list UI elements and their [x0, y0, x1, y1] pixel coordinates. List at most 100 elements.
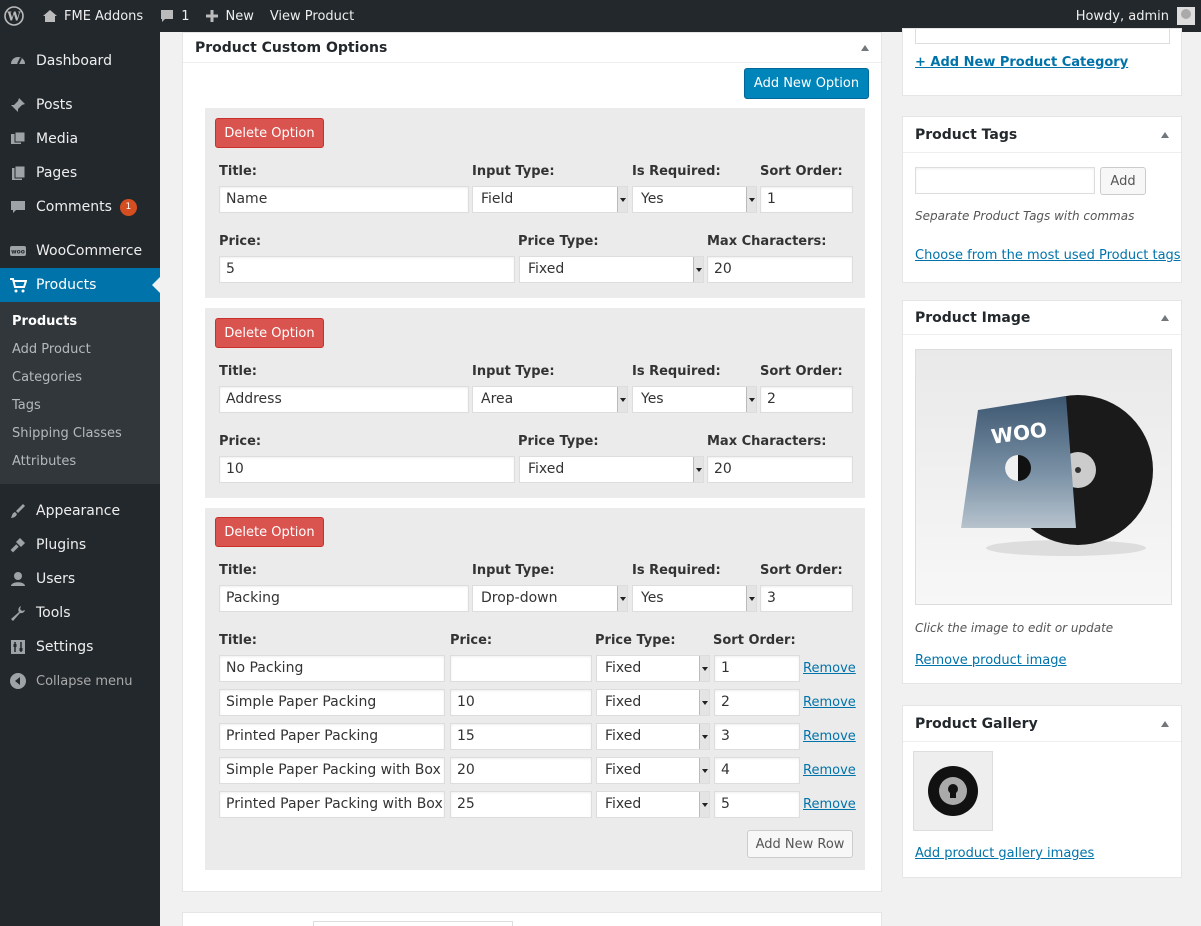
categories-list	[915, 29, 1170, 44]
view-product-link[interactable]: View Product	[262, 0, 362, 32]
comments-badge: 1	[119, 198, 137, 216]
row-sort-order-input[interactable]: 3	[714, 723, 800, 750]
image-box-title: Product Image	[915, 309, 1031, 326]
menu-dashboard[interactable]: Dashboard	[0, 44, 160, 78]
price-type-select[interactable]: Fixed	[519, 256, 704, 283]
remove-row-link[interactable]: Remove	[803, 695, 856, 710]
product-image[interactable]: WOO	[915, 349, 1172, 605]
submenu-tags[interactable]: Tags	[0, 392, 160, 420]
input-type-label: Input Type:	[472, 563, 555, 578]
row-price-input[interactable]: 25	[450, 791, 592, 818]
menu-tools[interactable]: Tools	[0, 596, 160, 630]
price-input[interactable]: 10	[219, 456, 515, 483]
menu-appearance[interactable]: Appearance	[0, 494, 160, 528]
submenu-shipping-classes[interactable]: Shipping Classes	[0, 420, 160, 448]
menu-plugins[interactable]: Plugins	[0, 528, 160, 562]
menu-label: WooCommerce	[36, 243, 143, 259]
add-category-link[interactable]: + Add New Product Category	[915, 55, 1128, 70]
collapse-menu-button[interactable]: Collapse menu	[0, 664, 160, 698]
menu-woocommerce[interactable]: woo WooCommerce	[0, 234, 160, 268]
is-required-value: Yes	[641, 191, 664, 207]
delete-option-button[interactable]: Delete Option	[215, 118, 324, 148]
row-price-input[interactable]: 10	[450, 689, 592, 716]
is-required-select[interactable]: Yes	[632, 386, 757, 413]
price-label: Price:	[219, 434, 262, 449]
add-gallery-images-link[interactable]: Add product gallery images	[915, 846, 1094, 861]
howdy-text: Howdy, admin	[1075, 8, 1169, 24]
input-type-select[interactable]: Area	[472, 386, 628, 413]
row-title-input[interactable]: Simple Paper Packing	[219, 689, 445, 716]
vinyl-record-icon	[928, 766, 978, 816]
settings-icon	[8, 637, 28, 657]
sort-order-input[interactable]: 1	[760, 186, 853, 213]
remove-image-link[interactable]: Remove product image	[915, 653, 1067, 668]
is-required-select[interactable]: Yes	[632, 585, 757, 612]
row-price-input[interactable]: 15	[450, 723, 592, 750]
row-sort-order-input[interactable]: 1	[714, 655, 800, 682]
menu-pages[interactable]: Pages	[0, 156, 160, 190]
add-tag-button[interactable]: Add	[1100, 167, 1146, 195]
gallery-thumbnail[interactable]	[913, 751, 993, 831]
price-type-select[interactable]: Fixed	[519, 456, 704, 483]
option-title-input[interactable]: Address	[219, 386, 469, 413]
menu-settings[interactable]: Settings	[0, 630, 160, 664]
input-type-select[interactable]: Drop-down	[472, 585, 628, 612]
view-product-label: View Product	[269, 8, 355, 24]
row-price-input[interactable]	[450, 655, 592, 682]
row-title-input[interactable]: Printed Paper Packing	[219, 723, 445, 750]
site-name-link[interactable]: FME Addons	[34, 0, 151, 32]
row-price-input[interactable]: 20	[450, 757, 592, 784]
comments-link[interactable]: 1	[151, 0, 197, 32]
row-sort-order-input[interactable]: 5	[714, 791, 800, 818]
next-metabox-select[interactable]	[313, 921, 513, 926]
toggle-arrow-icon[interactable]	[1161, 720, 1169, 727]
submenu-attributes[interactable]: Attributes	[0, 448, 160, 476]
remove-row-link[interactable]: Remove	[803, 763, 856, 778]
add-new-row-button[interactable]: Add New Row	[747, 830, 853, 858]
menu-posts[interactable]: Posts	[0, 88, 160, 122]
row-price-type-select[interactable]: Fixed	[596, 791, 710, 818]
menu-comments[interactable]: Comments 1	[0, 190, 160, 224]
row-price-type-select[interactable]: Fixed	[596, 757, 710, 784]
sort-order-input[interactable]: 3	[760, 585, 853, 612]
price-input[interactable]: 5	[219, 256, 515, 283]
option-group: Delete Option Title: Input Type: Is Requ…	[205, 508, 865, 870]
sort-order-input[interactable]: 2	[760, 386, 853, 413]
row-price-type-value: Fixed	[605, 660, 642, 676]
submenu-categories[interactable]: Categories	[0, 364, 160, 392]
submenu-add-product[interactable]: Add Product	[0, 336, 160, 364]
new-link[interactable]: New	[197, 0, 261, 32]
toggle-arrow-icon[interactable]	[1161, 314, 1169, 321]
tag-input[interactable]	[915, 167, 1095, 194]
menu-users[interactable]: Users	[0, 562, 160, 596]
option-title-input[interactable]: Packing	[219, 585, 469, 612]
option-title-input[interactable]: Name	[219, 186, 469, 213]
choose-tags-link[interactable]: Choose from the most used Product tags	[915, 248, 1181, 263]
row-title-input[interactable]: No Packing	[219, 655, 445, 682]
remove-row-link[interactable]: Remove	[803, 661, 856, 676]
wordpress-logo-icon[interactable]: W	[0, 0, 34, 32]
toggle-arrow-icon[interactable]	[861, 44, 869, 51]
is-required-select[interactable]: Yes	[632, 186, 757, 213]
menu-products[interactable]: Products	[0, 268, 160, 302]
row-sort-order-input[interactable]: 4	[714, 757, 800, 784]
max-characters-input[interactable]: 20	[707, 456, 853, 483]
image-hint: Click the image to edit or update	[915, 621, 1114, 635]
remove-row-link[interactable]: Remove	[803, 729, 856, 744]
row-price-type-select[interactable]: Fixed	[596, 655, 710, 682]
submenu-products[interactable]: Products	[0, 308, 160, 336]
delete-option-button[interactable]: Delete Option	[215, 517, 324, 547]
add-new-option-button[interactable]: Add New Option	[744, 68, 869, 99]
delete-option-button[interactable]: Delete Option	[215, 318, 324, 348]
max-characters-input[interactable]: 20	[707, 256, 853, 283]
remove-row-link[interactable]: Remove	[803, 797, 856, 812]
input-type-select[interactable]: Field	[472, 186, 628, 213]
row-price-type-select[interactable]: Fixed	[596, 689, 710, 716]
toggle-arrow-icon[interactable]	[1161, 131, 1169, 138]
row-price-type-select[interactable]: Fixed	[596, 723, 710, 750]
price-type-label: Price Type:	[518, 434, 599, 449]
row-title-input[interactable]: Printed Paper Packing with Box	[219, 791, 445, 818]
row-sort-order-input[interactable]: 2	[714, 689, 800, 716]
menu-media[interactable]: Media	[0, 122, 160, 156]
row-title-input[interactable]: Simple Paper Packing with Box	[219, 757, 445, 784]
